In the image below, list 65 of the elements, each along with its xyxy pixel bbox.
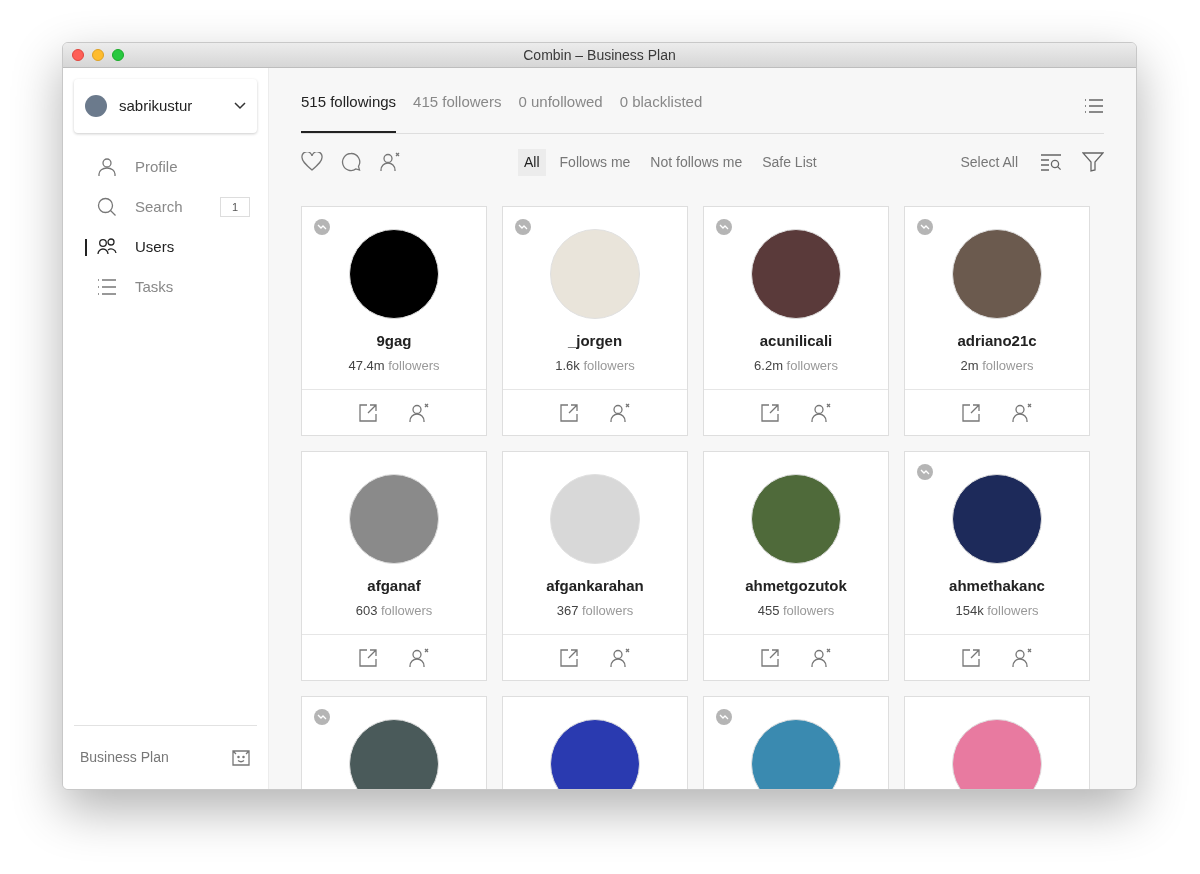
open-external-icon[interactable] [760, 647, 780, 668]
list-icon [97, 277, 117, 297]
unfollow-icon[interactable] [1011, 402, 1033, 423]
follower-count: 1.6k followers [555, 356, 635, 375]
unfollow-icon[interactable] [810, 402, 832, 423]
window-title: Combin – Business Plan [523, 45, 676, 65]
filter-tab[interactable]: Not follows me [644, 148, 749, 176]
open-external-icon[interactable] [559, 402, 579, 423]
heart-icon[interactable] [301, 152, 323, 172]
filter-tab[interactable]: Safe List [756, 148, 823, 176]
smiley-icon[interactable] [231, 748, 251, 767]
filter-tab[interactable]: Follows me [553, 148, 637, 176]
filter-icon[interactable] [1082, 152, 1104, 172]
follower-count: 6.2m followers [754, 356, 838, 375]
chevron-down-icon [234, 102, 246, 110]
username: afgankarahan [546, 576, 644, 596]
sidebar-item[interactable]: Tasks [63, 267, 268, 307]
username: ahmethakanc [949, 576, 1045, 596]
unfollow-icon[interactable] [408, 647, 430, 668]
follower-count: 47.4m followers [348, 356, 440, 375]
follower-count: 2m followers [960, 356, 1034, 375]
tab[interactable]: 0 blacklisted [619, 90, 703, 133]
sidebar-item[interactable]: Profile [63, 147, 268, 187]
open-external-icon[interactable] [559, 647, 579, 668]
follower-count: 455 followers [757, 601, 835, 620]
account-dropdown[interactable]: sabrikustur [74, 79, 257, 133]
tab[interactable]: 415 followers [413, 90, 502, 133]
open-external-icon[interactable] [358, 402, 378, 423]
search-icon [97, 197, 117, 217]
username: _jorgen [567, 331, 623, 351]
select-all-button[interactable]: Select All [960, 151, 1018, 173]
username: acunilicali [759, 331, 833, 351]
unfollow-icon[interactable] [408, 402, 430, 423]
username: sabrikustur [119, 95, 194, 116]
username: 9gag [376, 331, 412, 351]
plan-label: Business Plan [80, 748, 169, 767]
users-icon [97, 237, 117, 257]
avatar-placeholder [85, 95, 107, 117]
comment-icon[interactable] [341, 152, 361, 172]
username: ahmetgozutok [745, 576, 847, 596]
sidebar-item[interactable]: Users [63, 227, 268, 267]
sidebar-item[interactable]: Search 1 [63, 187, 268, 227]
follower-count: 603 followers [355, 601, 433, 620]
username: adriano21c [957, 331, 1037, 351]
tab[interactable]: 515 followings [301, 90, 397, 133]
follower-count: 154k followers [955, 601, 1039, 620]
open-external-icon[interactable] [961, 402, 981, 423]
unfollow-icon[interactable] [609, 647, 631, 668]
search-list-icon[interactable] [1040, 153, 1062, 171]
list-view-icon[interactable] [1084, 98, 1104, 114]
person-icon [97, 157, 117, 177]
filter-tab[interactable]: All [518, 148, 546, 176]
unfollow-icon[interactable] [379, 152, 401, 172]
username: afganaf [367, 576, 421, 596]
unfollow-icon[interactable] [1011, 647, 1033, 668]
open-external-icon[interactable] [961, 647, 981, 668]
tab[interactable]: 0 unfollowed [518, 90, 603, 133]
open-external-icon[interactable] [760, 402, 780, 423]
zoom-button[interactable] [112, 49, 124, 61]
close-button[interactable] [72, 49, 84, 61]
follower-count: 367 followers [556, 601, 634, 620]
open-external-icon[interactable] [358, 647, 378, 668]
unfollow-icon[interactable] [810, 647, 832, 668]
count-badge: 1 [220, 197, 250, 217]
unfollow-icon[interactable] [609, 402, 631, 423]
